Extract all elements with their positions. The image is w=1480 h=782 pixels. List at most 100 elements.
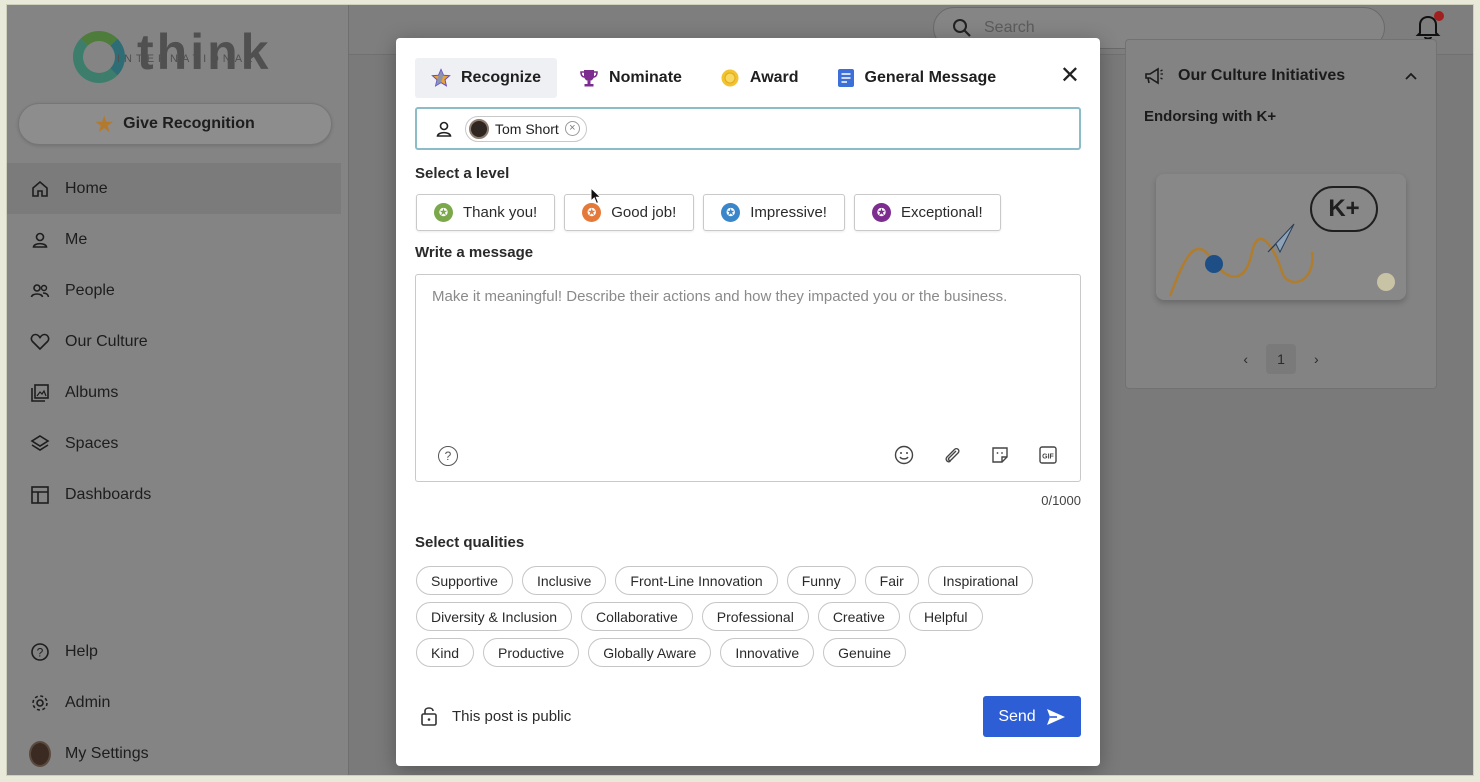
page-number[interactable]: 1: [1266, 344, 1296, 374]
app-window: think INTERNATIONAL ★ Give Recognition H…: [6, 4, 1474, 776]
quality-chip[interactable]: Globally Aware: [588, 638, 712, 667]
sticker-icon[interactable]: [990, 445, 1010, 465]
quality-chip[interactable]: Inclusive: [521, 566, 607, 595]
level-exceptional[interactable]: ✪ Exceptional!: [853, 194, 1001, 231]
initiative-card[interactable]: K+: [1156, 174, 1406, 300]
sidebar-item-home[interactable]: Home: [7, 163, 341, 214]
level-impressive[interactable]: ✪ Impressive!: [703, 194, 845, 231]
layers-icon: [29, 433, 51, 455]
sidebar-item-label: Admin: [65, 693, 111, 711]
svg-text:?: ?: [37, 645, 44, 659]
sidebar-item-dashboards[interactable]: Dashboards: [7, 469, 341, 520]
quality-chip[interactable]: Diversity & Inclusion: [416, 602, 573, 631]
album-icon: [29, 382, 51, 404]
qualities-label: Select qualities: [415, 534, 525, 551]
quality-chip[interactable]: Front-Line Innovation: [615, 566, 778, 595]
privacy-label: This post is public: [452, 707, 572, 725]
level-good-job[interactable]: ✪ Good job!: [564, 194, 695, 231]
sidebar-item-albums[interactable]: Albums: [7, 367, 341, 418]
level-label-text: Impressive!: [750, 204, 827, 221]
star-badge-icon: ✪: [434, 203, 453, 222]
quality-chip[interactable]: Productive: [483, 638, 580, 667]
tab-nominate[interactable]: Nominate: [563, 58, 698, 98]
close-icon[interactable]: ✕: [1060, 64, 1080, 88]
star-badge-icon: ✪: [582, 203, 602, 222]
quality-chip[interactable]: Funny: [786, 566, 856, 595]
home-icon: [29, 178, 51, 200]
quality-chip[interactable]: Kind: [416, 638, 475, 667]
give-recognition-label: Give Recognition: [123, 115, 255, 132]
recipient-field[interactable]: Tom Short ×: [415, 107, 1081, 150]
give-recognition-button[interactable]: ★ Give Recognition: [18, 103, 332, 145]
send-button[interactable]: Send: [983, 696, 1081, 737]
panel-subtitle: Endorsing with K+: [1144, 108, 1277, 125]
megaphone-icon: [1145, 67, 1163, 85]
quality-chip[interactable]: Creative: [817, 602, 900, 631]
logo-text: think: [137, 24, 272, 80]
sidebar-item-label: People: [65, 281, 115, 299]
tab-general-message[interactable]: General Message: [821, 58, 1013, 98]
sidebar-item-admin[interactable]: Admin: [7, 677, 341, 728]
send-icon: [1046, 708, 1065, 725]
quality-chip[interactable]: Innovative: [720, 638, 815, 667]
award-icon: [720, 68, 740, 88]
avatar: [29, 740, 51, 767]
user-icon: [29, 229, 51, 251]
lock-icon: [421, 707, 437, 726]
level-options: ✪ Thank you! ✪ Good job! ✪ Impressive! ✪…: [416, 194, 1001, 231]
privacy-toggle[interactable]: This post is public: [420, 705, 571, 727]
quality-chip[interactable]: Helpful: [908, 602, 983, 631]
level-label-text: Exceptional!: [900, 204, 983, 221]
avatar-wrap: [29, 740, 51, 767]
tab-award[interactable]: Award: [704, 58, 815, 98]
quality-chip[interactable]: Supportive: [416, 566, 513, 595]
heart-icon: [29, 331, 51, 353]
level-thank-you[interactable]: ✪ Thank you!: [416, 194, 556, 231]
chevron-right-icon[interactable]: ›: [1314, 351, 1319, 367]
search-placeholder: Search: [984, 19, 1035, 36]
tab-label: General Message: [864, 69, 997, 86]
logo-subtext: INTERNATIONAL: [117, 53, 257, 65]
notification-badge: [1434, 11, 1444, 21]
sidebar-item-me[interactable]: Me: [7, 214, 341, 265]
tab-label: Recognize: [461, 69, 542, 86]
dashboard-icon: [29, 484, 51, 506]
tab-recognize[interactable]: Recognize: [415, 58, 558, 98]
sidebar-item-our-culture[interactable]: Our Culture: [7, 316, 341, 367]
quality-chip[interactable]: Fair: [864, 566, 919, 595]
quality-chip[interactable]: Professional: [701, 602, 809, 631]
sidebar-item-label: Me: [65, 230, 88, 248]
level-label-text: Thank you!: [463, 204, 538, 221]
attachment-icon[interactable]: [942, 445, 962, 465]
message-label: Write a message: [415, 244, 534, 261]
quality-chip[interactable]: Inspirational: [927, 566, 1034, 595]
message-input[interactable]: [416, 275, 1080, 425]
chevron-left-icon[interactable]: ‹: [1243, 351, 1248, 367]
recipient-name: Tom Short: [495, 120, 559, 137]
sidebar-item-spaces[interactable]: Spaces: [7, 418, 341, 469]
quality-row: Kind Productive Globally Aware Innovativ…: [416, 638, 1082, 667]
chevron-up-icon[interactable]: [1404, 71, 1418, 81]
sidebar-item-label: Help: [65, 642, 98, 660]
quality-chip[interactable]: Collaborative: [581, 602, 693, 631]
tab-label: Nominate: [609, 69, 682, 86]
sidebar-item-help[interactable]: ? Help: [7, 626, 341, 677]
gear-icon: [29, 692, 51, 714]
quality-chip[interactable]: Genuine: [823, 638, 907, 667]
level-label-text: Good job!: [611, 204, 677, 221]
editor-toolbar: GIF: [894, 445, 1058, 465]
panel-header[interactable]: Our Culture Initiatives: [1126, 40, 1436, 112]
remove-recipient-icon[interactable]: ×: [564, 121, 580, 136]
help-icon[interactable]: ?: [438, 446, 458, 466]
sidebar-item-label: Albums: [65, 383, 119, 401]
help-icon: ?: [29, 641, 51, 663]
recipient-chip: Tom Short ×: [465, 115, 587, 142]
sidebar-item-people[interactable]: People: [7, 265, 341, 316]
quality-options: Supportive Inclusive Front-Line Innovati…: [416, 566, 1082, 674]
gif-icon[interactable]: GIF: [1038, 445, 1058, 465]
pagination: ‹ 1 ›: [1126, 344, 1436, 374]
send-label: Send: [998, 707, 1036, 725]
quality-row: Supportive Inclusive Front-Line Innovati…: [416, 566, 1082, 595]
emoji-icon[interactable]: [894, 445, 914, 465]
sidebar-item-my-settings[interactable]: My Settings: [7, 728, 341, 775]
